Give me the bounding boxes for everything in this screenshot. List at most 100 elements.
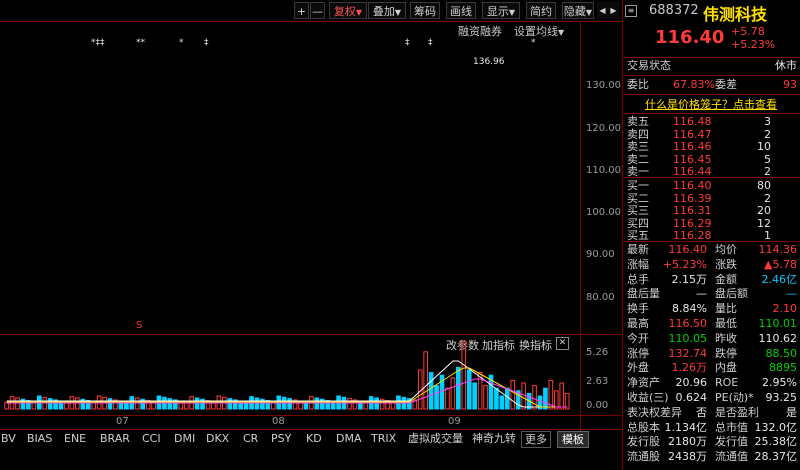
stat-label: 涨跌 [715,257,737,271]
template-button[interactable]: 模板 [557,431,589,448]
stat-row: 净资产 20.96 ROE 2.95% [627,375,797,391]
price-cage-tip-link[interactable]: 什么是价格笼子？点击查看 [645,96,777,112]
stat-label: 总手 [627,272,649,286]
draw-line-button[interactable]: 画线 [446,2,476,19]
tab-trix[interactable]: TRIX [371,431,396,446]
tab-kd[interactable]: KD [306,431,322,446]
volume-bar [466,369,472,410]
stat-row: 流通股 2438万 流通值 28.37亿 [627,449,797,465]
tab-ene[interactable]: ENE [64,431,86,446]
stat-label: 盘后量 [627,287,660,301]
volume-bar [428,372,434,410]
y-label: 110.00 [586,165,621,176]
trade-status-row: 交易状态 休市 [627,58,797,74]
stat-label: 外盘 [627,361,649,375]
tab-virtual-volume[interactable]: 虚拟成交量 [408,431,463,446]
y-label: 100.00 [586,207,621,218]
stat-label: 最高 [627,317,649,330]
weicha-label: 委差 [715,78,737,91]
stat-row: 收益(三) 0.624 PE(动)* 93.25 [627,390,797,406]
volume-bar [450,377,456,410]
tab-psy[interactable]: PSY [271,431,291,446]
display-button[interactable]: 显示▼ [482,2,520,19]
stat-label: 最新 [627,243,649,256]
volume-bar [287,398,292,410]
next-arrow-icon[interactable]: ▶ [608,2,619,19]
display-label: 显示 [486,5,509,18]
volume-bar [227,398,233,410]
stat-value: 110.05 [668,331,708,345]
overlay-button[interactable]: 叠加▼ [368,2,406,19]
y-label: 130.00 [586,80,621,91]
tab-cci[interactable]: CCI [142,431,161,446]
stat-value: 1.26万 [671,361,708,375]
vol-ma20-line [6,378,568,408]
stat-label: 流通值 [715,450,748,464]
trade-status-value: 休市 [775,59,797,72]
simple-mode-button[interactable]: 简约 [526,2,556,19]
stat-value: 93.25 [765,391,798,404]
vol-ma5-line [6,360,568,408]
weibi-value: 67.83% [673,78,715,91]
hide-label: 隐藏 [563,5,586,18]
tab-brar[interactable]: BRAR [100,431,130,446]
hide-button[interactable]: 隐藏▼ [562,2,594,19]
stat-value: 1.134亿 [664,420,708,434]
zoom-out-button[interactable]: — [310,2,325,19]
volume-bar [107,398,113,410]
stat-label: 表决权差异 [627,405,682,419]
menu-icon[interactable]: ≡ [625,5,637,17]
tab-magic-nine[interactable]: 神奇九转 [472,431,516,446]
stat-row: 发行股 2180万 发行值 25.38亿 [627,434,797,450]
stat-label: 换手 [627,302,649,316]
zoom-in-button[interactable]: + [294,2,309,19]
overlay-label: 叠加 [372,5,395,18]
tab-bias[interactable]: BIAS [27,431,52,446]
date-axis-divider [0,415,621,416]
volume-bar [510,379,516,410]
volume-bar [532,385,537,410]
kline-chart-area[interactable]: + — 复权▼ 叠加▼ 筹码 画线 显示▼ 简约 隐藏▼ ◀ ▶ 融资融券 设置… [0,0,621,470]
stat-value: 2438万 [668,450,707,464]
tab-dkx[interactable]: DKX [206,431,229,446]
stat-label: 跌停 [715,346,737,360]
stat-value: +5.23% [662,257,707,271]
stat-value: 116.50 [668,317,708,330]
stat-value: 25.38亿 [754,435,798,449]
volume-bar [445,387,450,410]
stat-label: 是否盈利 [715,405,759,419]
stat-row: 外盘 1.26万 内盘 8895 [627,360,797,376]
fuquan-button[interactable]: 复权▼ [329,2,367,19]
sub-y-label: 2.63 [586,376,609,387]
stat-row: 换手 8.84% 量比 2.10 [627,301,797,317]
tab-dmi[interactable]: DMI [174,431,195,446]
stat-value: 132.74 [668,346,708,360]
tab-cr[interactable]: CR [243,431,258,446]
stat-value: 是 [786,405,797,419]
stat-value: 2180万 [668,435,707,449]
peak-price-label: 136.96 [473,57,505,67]
stat-value: — [696,287,707,301]
stat-label: 净资产 [627,376,660,390]
stat-label: 均价 [715,243,737,256]
y-axis-divider [580,22,581,447]
tab-dma[interactable]: DMA [336,431,362,446]
more-tabs-button[interactable]: 更多 [521,431,551,448]
sub-y-label: 5.26 [586,347,609,358]
last-price: 116.40 [655,27,725,48]
stock-code: 688372 [649,3,699,18]
y-label: 120.00 [586,123,621,134]
sub-y-label: 0.00 [586,400,609,411]
stat-value: 2.95% [762,376,797,390]
chips-button[interactable]: 筹码 [410,2,440,19]
month-label: 09 [448,416,461,427]
weicha-value: 93 [783,78,797,91]
stat-value: 88.50 [765,346,798,360]
volume-bar [559,382,565,410]
prev-arrow-icon[interactable]: ◀ [597,2,608,19]
stat-value: 8895 [769,361,797,375]
stat-value: 2.15万 [671,272,708,286]
volume-bar [423,351,429,410]
tab-bv[interactable]: BV [1,431,16,446]
volume-bar [472,382,477,410]
